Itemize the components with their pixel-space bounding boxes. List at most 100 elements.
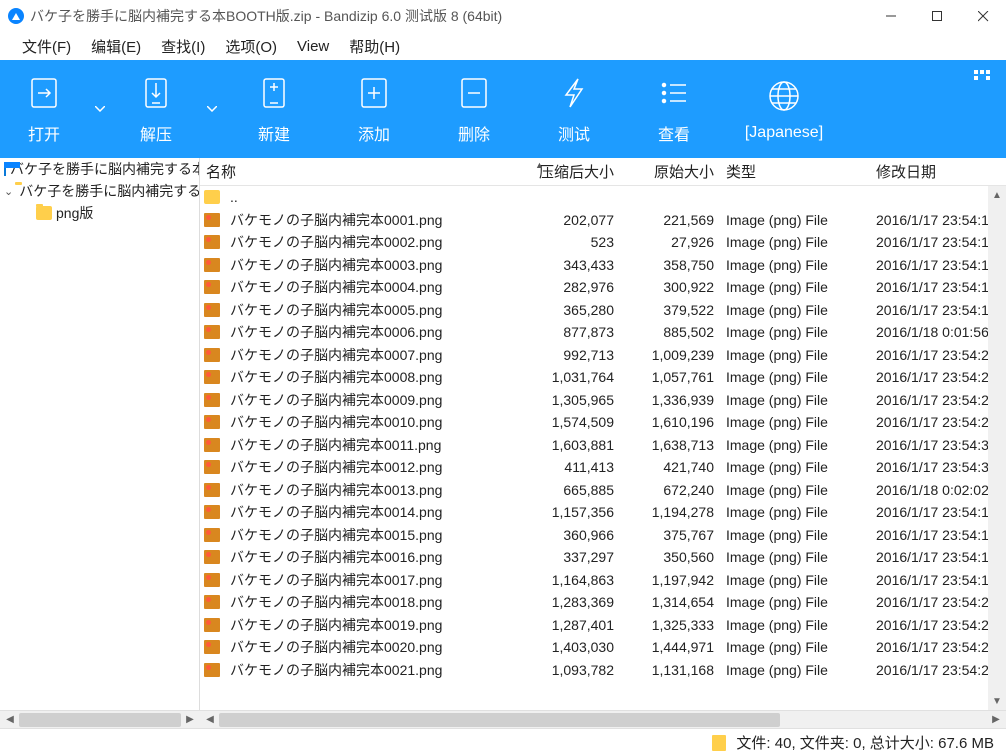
col-name-header[interactable]: 名称 [200,161,510,182]
view-button[interactable]: 查看 [624,60,724,158]
file-type: Image (png) File [720,572,870,588]
col-date-header[interactable]: 修改日期 [870,161,1006,182]
file-row[interactable]: バケモノの子脳内補完本0002.png52327,926Image (png) … [200,231,1006,254]
new-button[interactable]: 新建 [224,60,324,158]
file-original-size: 885,502 [620,324,720,340]
file-date: 2016/1/18 0:02:02 [870,482,1006,498]
scrollbar-thumb[interactable] [219,713,780,727]
folder-tree[interactable]: バケ子を勝手に脳内補完する本BOOTH版.zip ⌄ バケ子を勝手に脳内補完する… [0,158,200,710]
file-compressed-size: 1,283,369 [510,594,620,610]
file-row[interactable]: バケモノの子脳内補完本0012.png411,413421,740Image (… [200,456,1006,479]
vertical-scrollbar[interactable]: ▲ ▼ [988,186,1006,710]
add-button[interactable]: 添加 [324,60,424,158]
menu-view[interactable]: View [287,36,339,57]
extract-dropdown[interactable] [200,60,224,158]
image-file-icon [204,663,220,677]
file-original-size: 27,926 [620,234,720,250]
file-row[interactable]: バケモノの子脳内補完本0001.png202,077221,569Image (… [200,209,1006,232]
titlebar[interactable]: バケ子を勝手に脳内補完する本BOOTH版.zip - Bandizip 6.0 … [0,0,1006,32]
file-row[interactable]: バケモノの子脳内補完本0010.png1,574,5091,610,196Ima… [200,411,1006,434]
tree-child-2[interactable]: png版 [0,202,199,224]
menu-edit[interactable]: 编辑(E) [81,34,151,59]
file-row[interactable]: バケモノの子脳内補完本0018.png1,283,3691,314,654Ima… [200,591,1006,614]
file-date: 2016/1/17 23:54:14 [870,257,1006,273]
file-row[interactable]: バケモノの子脳内補完本0016.png337,297350,560Image (… [200,546,1006,569]
open-dropdown[interactable] [88,60,112,158]
file-row[interactable]: バケモノの子脳内補完本0017.png1,164,8631,197,942Ima… [200,569,1006,592]
image-file-icon [204,235,220,249]
file-row[interactable]: バケモノの子脳内補完本0006.png877,873885,502Image (… [200,321,1006,344]
col-original-header[interactable]: 原始大小 [620,161,720,182]
delete-icon [454,73,494,113]
file-row[interactable]: バケモノの子脳内補完本0020.png1,403,0301,444,971Ima… [200,636,1006,659]
file-row[interactable]: バケモノの子脳内補完本0008.png1,031,7641,057,761Ima… [200,366,1006,389]
tree-child-1[interactable]: ⌄ バケ子を勝手に脳内補完する本BOOTH版 [0,180,199,202]
folder-icon [36,206,52,220]
image-file-icon [204,325,220,339]
open-button[interactable]: 打开 [0,60,88,158]
scroll-up-button[interactable]: ▲ [989,188,1005,202]
minimize-button[interactable] [868,0,914,32]
file-type: Image (png) File [720,414,870,430]
file-row[interactable]: バケモノの子脳内補完本0015.png360,966375,767Image (… [200,524,1006,547]
file-row[interactable]: バケモノの子脳内補完本0014.png1,157,3561,194,278Ima… [200,501,1006,524]
file-row[interactable]: バケモノの子脳内補完本0009.png1,305,9651,336,939Ima… [200,389,1006,412]
delete-button[interactable]: 删除 [424,60,524,158]
scroll-right-button[interactable]: ▶ [988,713,1004,727]
file-row[interactable]: バケモノの子脳内補完本0007.png992,7131,009,239Image… [200,344,1006,367]
extract-button[interactable]: 解压 [112,60,200,158]
file-name: バケモノの子脳内補完本0002.png [224,232,510,252]
file-row[interactable]: バケモノの子脳内補完本0011.png1,603,8811,638,713Ima… [200,434,1006,457]
file-name: バケモノの子脳内補完本0011.png [224,435,510,455]
file-row[interactable]: バケモノの子脳内補完本0003.png343,433358,750Image (… [200,254,1006,277]
up-dir-row[interactable]: .. [200,186,1006,209]
file-original-size: 1,314,654 [620,594,720,610]
file-compressed-size: 360,966 [510,527,620,543]
chevron-down-icon[interactable]: ⌄ [4,185,13,198]
col-compressed-header[interactable]: 压缩后大小 [510,161,620,182]
file-row[interactable]: バケモノの子脳内補完本0013.png665,885672,240Image (… [200,479,1006,502]
list-header: ▲ 名称 压缩后大小 原始大小 类型 修改日期 [200,158,1006,186]
menu-find[interactable]: 查找(I) [151,34,215,59]
close-button[interactable] [960,0,1006,32]
menu-file[interactable]: 文件(F) [12,34,81,59]
scroll-left-button[interactable]: ◀ [2,713,18,727]
file-date: 2016/1/17 23:54:14 [870,527,1006,543]
file-row[interactable]: バケモノの子脳内補完本0004.png282,976300,922Image (… [200,276,1006,299]
file-date: 2016/1/17 23:54:16 [870,549,1006,565]
tree-horizontal-scrollbar[interactable]: ◀ ▶ [0,710,200,728]
tree-root[interactable]: バケ子を勝手に脳内補完する本BOOTH版.zip [0,158,199,180]
file-compressed-size: 1,031,764 [510,369,620,385]
scroll-down-button[interactable]: ▼ [989,694,1005,708]
menu-options[interactable]: 选项(O) [215,34,287,59]
scroll-right-button[interactable]: ▶ [182,713,198,727]
file-compressed-size: 411,413 [510,459,620,475]
scroll-left-button[interactable]: ◀ [202,713,218,727]
file-row[interactable]: バケモノの子脳内補完本0019.png1,287,4011,325,333Ima… [200,614,1006,637]
file-compressed-size: 1,164,863 [510,572,620,588]
window-title: バケ子を勝手に脳内補完する本BOOTH版.zip - Bandizip 6.0 … [30,6,868,26]
menu-help[interactable]: 帮助(H) [339,34,410,59]
file-name: バケモノの子脳内補完本0010.png [224,412,510,432]
maximize-button[interactable] [914,0,960,32]
file-date: 2016/1/17 23:54:18 [870,572,1006,588]
language-button[interactable]: [Japanese] [724,60,844,158]
apps-icon[interactable] [974,70,990,89]
file-row[interactable]: バケモノの子脳内補完本0021.png1,093,7821,131,168Ima… [200,659,1006,682]
file-type: Image (png) File [720,324,870,340]
file-compressed-size: 343,433 [510,257,620,273]
file-type: Image (png) File [720,662,870,678]
add-icon [354,73,394,113]
file-type: Image (png) File [720,504,870,520]
file-name: バケモノの子脳内補完本0003.png [224,255,510,275]
scrollbar-thumb[interactable] [19,713,181,727]
list-body[interactable]: .. バケモノの子脳内補完本0001.png202,077221,569Imag… [200,186,1006,710]
status-folder-icon [712,735,726,751]
file-original-size: 421,740 [620,459,720,475]
test-button[interactable]: 测试 [524,60,624,158]
image-file-icon [204,303,220,317]
list-horizontal-scrollbar[interactable]: ◀ ▶ [200,710,1006,728]
file-row[interactable]: バケモノの子脳内補完本0005.png365,280379,522Image (… [200,299,1006,322]
file-date: 2016/1/17 23:54:10 [870,212,1006,228]
col-type-header[interactable]: 类型 [720,161,870,182]
